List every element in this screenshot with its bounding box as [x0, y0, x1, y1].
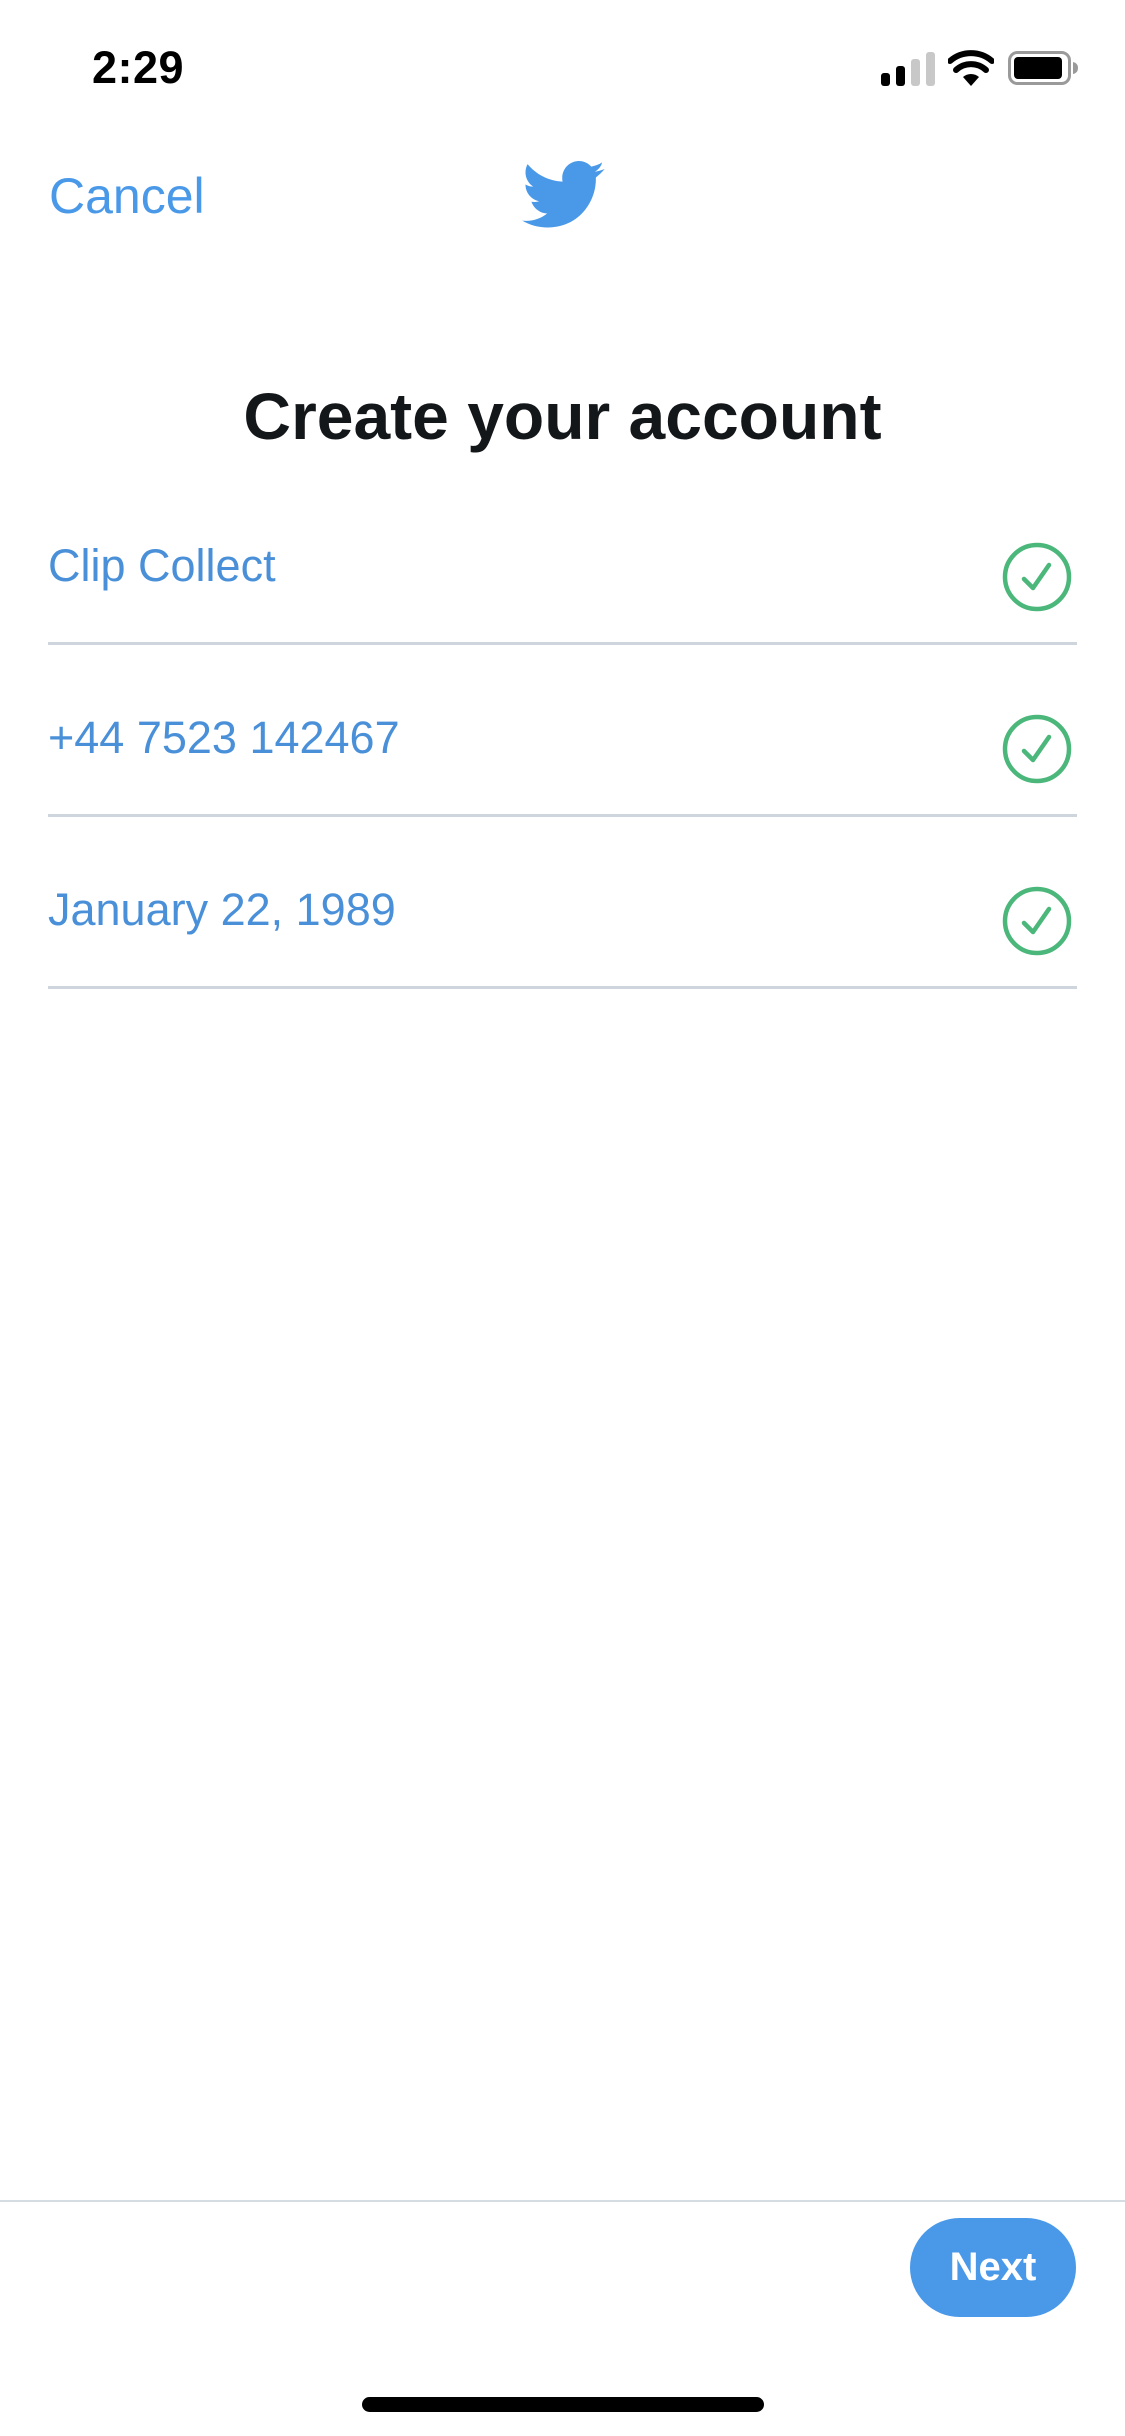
check-circle-icon [1002, 714, 1072, 784]
name-field[interactable]: Clip Collect [48, 473, 1077, 645]
check-circle-icon [1002, 542, 1072, 612]
date-of-birth-field[interactable]: January 22, 1989 [48, 817, 1077, 989]
field-divider [48, 986, 1077, 989]
home-indicator[interactable] [362, 2397, 764, 2412]
wifi-icon [948, 50, 994, 86]
signal-bar [896, 66, 905, 86]
phone-field-value[interactable]: +44 7523 142467 [48, 711, 400, 765]
cancel-button[interactable]: Cancel [49, 166, 205, 226]
signal-bar [926, 52, 935, 86]
status-time: 2:29 [92, 42, 185, 93]
twitter-bird-icon [522, 161, 605, 228]
cellular-signal-icon [881, 52, 935, 86]
battery-icon [1008, 51, 1078, 85]
check-circle-icon [1002, 886, 1072, 956]
date-of-birth-field-value[interactable]: January 22, 1989 [48, 883, 396, 937]
page-title: Create your account [243, 379, 882, 453]
name-field-value[interactable]: Clip Collect [48, 539, 276, 593]
signal-bar [911, 59, 920, 86]
footer-divider [0, 2200, 1125, 2202]
signal-bar [881, 73, 890, 86]
status-bar: 2:29 [0, 0, 1125, 130]
next-button[interactable]: Next [910, 2218, 1076, 2317]
phone-field[interactable]: +44 7523 142467 [48, 645, 1077, 817]
